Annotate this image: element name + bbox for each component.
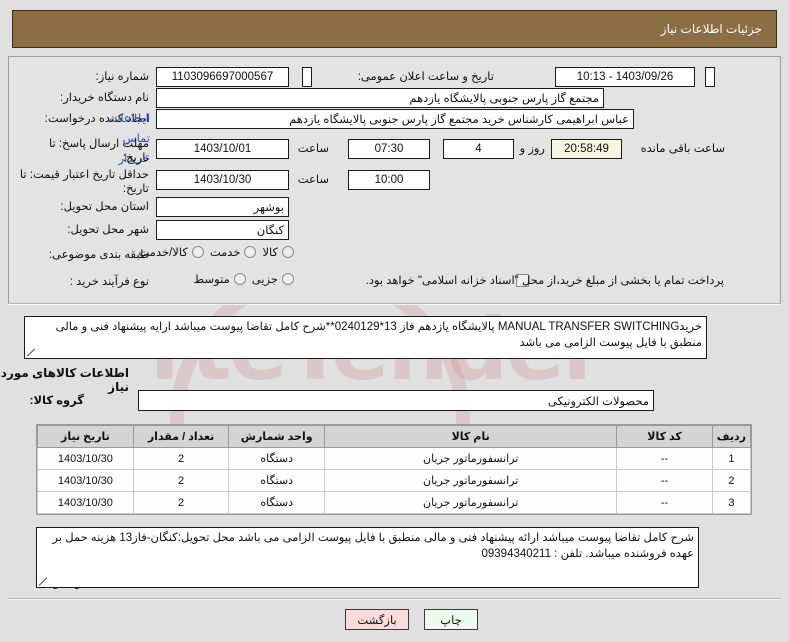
table-row[interactable]: 2 -- ترانسفورماتور جریان دستگاه 2 1403/1… [37, 469, 752, 492]
cell-code: -- [616, 469, 713, 492]
label-need-number: شماره نیاز: [95, 71, 150, 83]
table-row[interactable]: 1 -- ترانسفورماتور جریان دستگاه 2 1403/1… [37, 447, 752, 470]
field-price-validity-time[interactable]: 10:00 [348, 170, 430, 190]
cell-date: 1403/10/30 [37, 491, 134, 514]
th-code: کد کالا [616, 425, 713, 448]
cell-date: 1403/10/30 [37, 447, 134, 470]
field-need-number[interactable]: 1103096697000567 [156, 67, 289, 87]
page-title: جزئیات اطلاعات نیاز [660, 22, 762, 36]
radio-category-service[interactable]: خدمت [210, 245, 257, 259]
table-header-row: ردیف کد کالا نام کالا واحد شمارش تعداد /… [37, 425, 752, 448]
treasury-checkbox-note: پرداخت تمام یا بخشی از مبلغ خرید،از محل … [365, 275, 724, 287]
radio-label-goods: کالا [262, 247, 278, 259]
label-goods-group: گروه کالا: [29, 395, 84, 407]
general-description-text: خریدMANUAL TRANSFER SWITCHING پالایشگاه … [55, 321, 702, 349]
resize-grip-icon[interactable] [27, 348, 36, 357]
cell-date: 1403/10/30 [37, 469, 134, 492]
spacer-a [302, 67, 312, 87]
radio-label-goods-service: کالا/خدمت [138, 247, 188, 259]
radio-category-goods-service[interactable]: کالا/خدمت [139, 245, 204, 259]
cell-code: -- [616, 491, 713, 514]
label-hours-remaining: ساعت باقی مانده [640, 143, 725, 155]
th-qty: تعداد / مقدار [132, 425, 230, 448]
cell-qty: 2 [132, 469, 230, 492]
field-goods-group[interactable]: محصولات الکترونیکی [138, 390, 654, 411]
radio-dot-icon[interactable] [282, 246, 294, 258]
field-price-validity-date[interactable]: 1403/10/30 [156, 170, 289, 190]
cell-qty: 2 [132, 491, 230, 514]
goods-table-wrapper: ردیف کد کالا نام کالا واحد شمارش تعداد /… [36, 424, 752, 515]
back-button[interactable]: بازگشت [345, 609, 409, 630]
divider-1 [8, 303, 781, 305]
label-province: استان محل تحویل: [60, 201, 149, 213]
label-price-validity: حداقل تاریخ اعتبار قیمت: تا تاریخ: [19, 169, 149, 195]
divider-2 [8, 598, 781, 600]
radio-category-goods[interactable]: کالا [262, 245, 294, 259]
page-header: جزئیات اطلاعات نیاز [12, 10, 777, 48]
page-root: rteTender جزئیات اطلاعات نیاز شماره نیاز… [0, 0, 789, 642]
label-category: طبقه بندی موضوعی: [48, 249, 149, 261]
cell-name: ترانسفورماتور جریان [324, 491, 618, 514]
radio-label-service: خدمت [209, 247, 241, 259]
cell-radif: 3 [711, 491, 752, 514]
radio-dot-icon[interactable] [191, 246, 204, 258]
label-announce-datetime: تاریخ و ساعت اعلان عمومی: [357, 71, 494, 83]
label-days: روز و [519, 143, 545, 155]
table-row[interactable]: 3 -- ترانسفورماتور جریان دستگاه 2 1403/1… [37, 491, 752, 514]
field-buyer-org[interactable]: مجتمع گاز پارس جنوبی پالایشگاه یازدهم [156, 88, 604, 108]
th-radif: ردیف [711, 425, 752, 448]
label-response-deadline: مهلت ارسال پاسخ: تا تاریخ: [48, 138, 149, 164]
th-name: نام کالا [324, 425, 618, 448]
field-requester[interactable]: عباس ابراهیمی کارشناس خرید مجتمع گاز پار… [156, 109, 634, 129]
resize-grip-icon[interactable] [39, 577, 48, 586]
radio-dot-icon[interactable] [244, 246, 257, 258]
cell-unit: دستگاه [228, 491, 326, 514]
field-province[interactable]: بوشهر [156, 197, 289, 217]
th-unit: واحد شمارش [228, 425, 326, 448]
print-button[interactable]: چاپ [424, 609, 478, 630]
label-city: شهر محل تحویل: [67, 224, 149, 236]
field-response-time[interactable]: 07:30 [348, 139, 430, 159]
goods-section-title: اطلاعات کالاهای مورد نیاز [0, 366, 129, 394]
field-response-date[interactable]: 1403/10/01 [156, 139, 289, 159]
field-countdown: 20:58:49 [551, 139, 622, 159]
cell-unit: دستگاه [228, 447, 326, 470]
th-date: تاریخ نیاز [37, 425, 134, 448]
cell-name: ترانسفورماتور جریان [324, 447, 618, 470]
field-announce-datetime[interactable]: 1403/09/26 - 10:13 [555, 67, 695, 87]
label-price-validity-time: ساعت [297, 174, 329, 186]
spacer-b [705, 67, 715, 87]
label-buyer-org: نام دستگاه خریدار: [60, 92, 149, 104]
field-days-remaining: 4 [443, 139, 514, 159]
cell-qty: 2 [132, 447, 230, 470]
cell-unit: دستگاه [228, 469, 326, 492]
field-general-description[interactable]: خریدMANUAL TRANSFER SWITCHING پالایشگاه … [24, 316, 707, 359]
goods-table: ردیف کد کالا نام کالا واحد شمارش تعداد /… [37, 425, 752, 514]
cell-code: -- [616, 447, 713, 470]
field-buyer-notes[interactable]: شرح کامل تقاضا پیوست میباشد ارائه پیشنها… [36, 527, 699, 588]
cell-radif: 1 [711, 447, 752, 470]
cell-radif: 2 [711, 469, 752, 492]
field-city[interactable]: کنگان [156, 220, 289, 240]
cell-name: ترانسفورماتور جریان [324, 469, 618, 492]
label-response-time: ساعت [297, 143, 329, 155]
category-radio-group: کالا خدمت کالا/خدمت [139, 245, 294, 259]
buyer-notes-text: شرح کامل تقاضا پیوست میباشد ارائه پیشنها… [52, 532, 694, 560]
